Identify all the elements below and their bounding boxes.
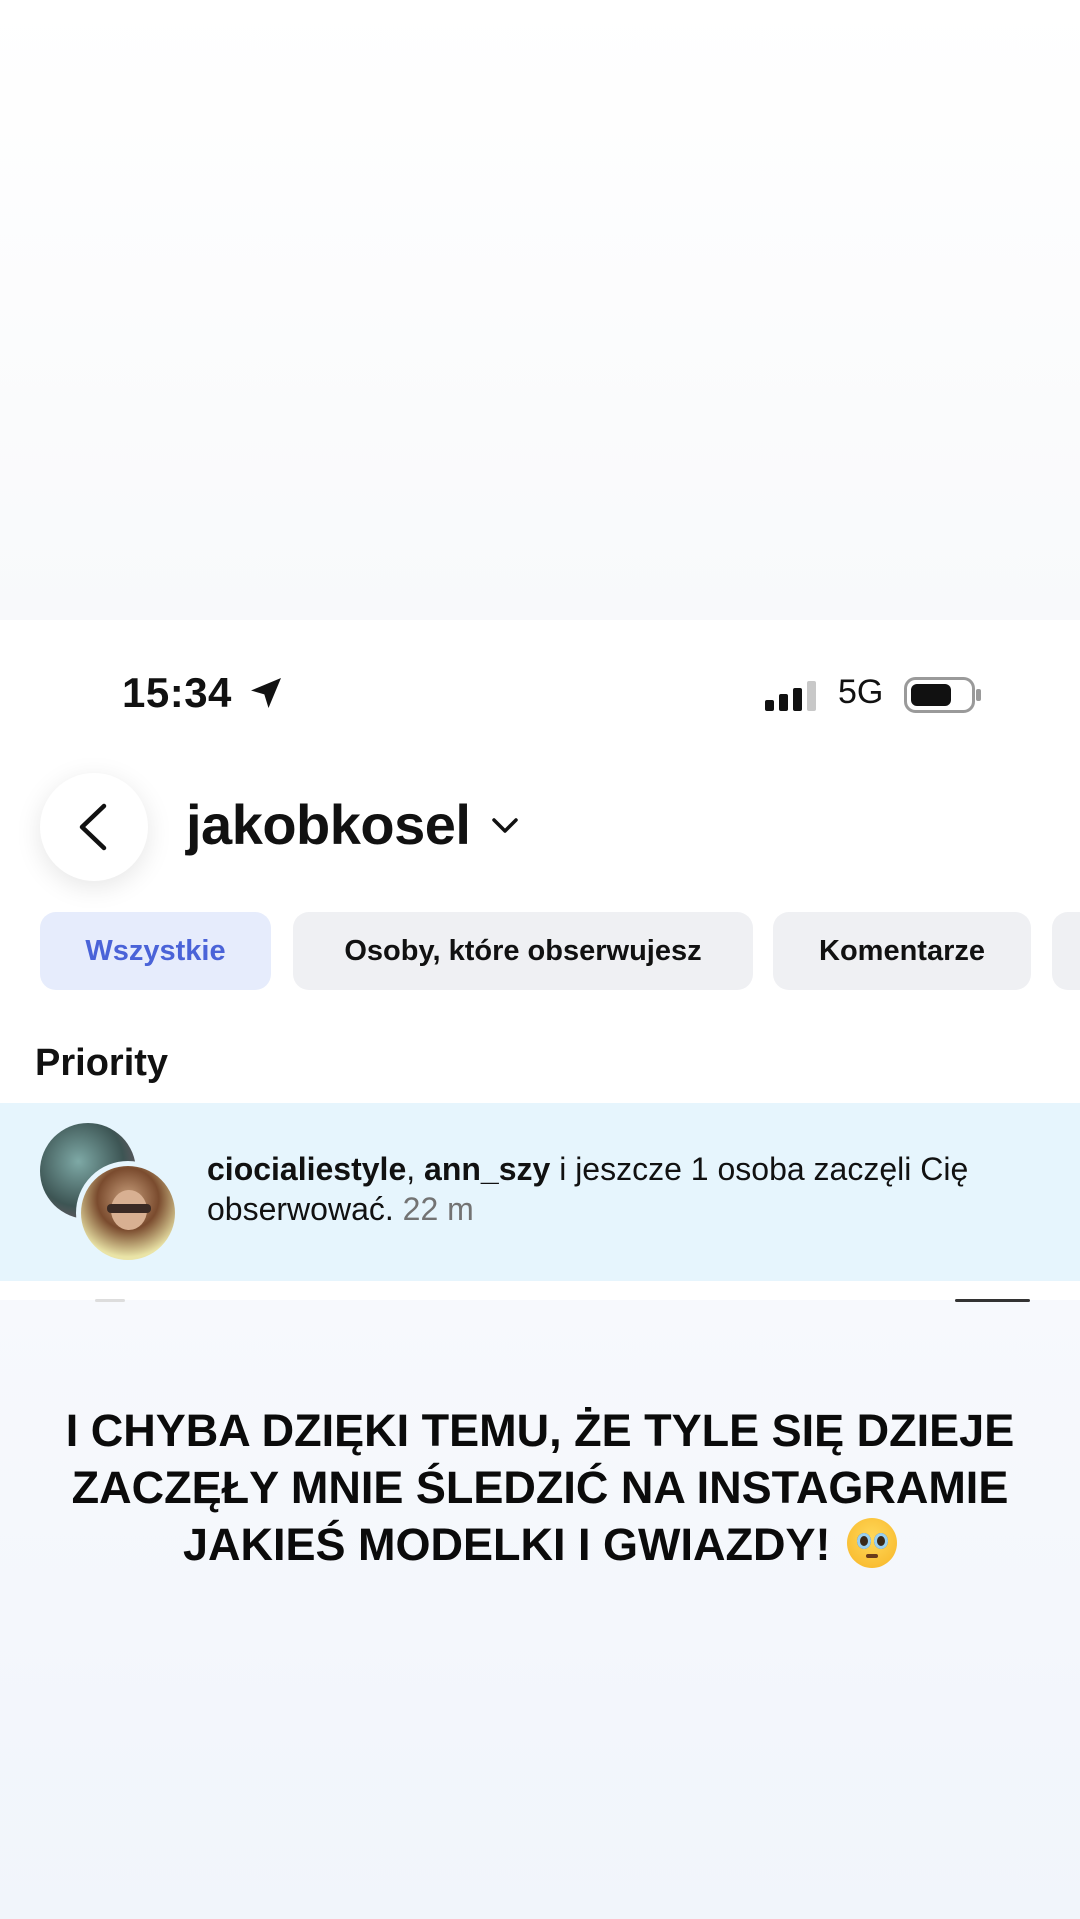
section-title: Priority <box>35 1042 169 1084</box>
notification-user-2[interactable]: ann_szy <box>424 1151 550 1187</box>
notification-separator: , <box>406 1151 425 1187</box>
chevron-down-icon[interactable] <box>490 815 520 837</box>
clock: 15:34 <box>122 669 232 716</box>
notification-row[interactable]: ciocialiestyle, ann_szy i jeszcze 1 osob… <box>0 1103 1080 1281</box>
next-row-peek <box>95 1299 125 1302</box>
tab-more[interactable] <box>1052 912 1080 990</box>
back-button[interactable] <box>40 773 148 881</box>
notification-text: ciocialiestyle, ann_szy i jeszcze 1 osob… <box>207 1149 1047 1229</box>
tab-all[interactable]: Wszystkie <box>40 912 271 990</box>
account-username[interactable]: jakobkosel <box>186 792 471 857</box>
tab-following[interactable]: Osoby, które obserwujesz <box>293 912 753 990</box>
battery-icon <box>904 677 981 713</box>
status-bar: 15:34 5G <box>0 655 1080 739</box>
story-bottom-background <box>0 1300 1080 1919</box>
story-caption: I CHYBA DZIĘKI TEMU, ŻE TYLE SIĘ DZIEJE … <box>60 1402 1020 1573</box>
chevron-left-icon <box>79 803 107 851</box>
notification-time: 22 m <box>402 1191 474 1227</box>
location-arrow-icon <box>251 678 281 708</box>
next-row-peek <box>955 1299 1030 1302</box>
notification-user-1[interactable]: ciocialiestyle <box>207 1151 406 1187</box>
story-top-background <box>0 0 1080 620</box>
network-type: 5G <box>838 673 884 711</box>
avatar[interactable] <box>76 1161 180 1265</box>
filter-tabs: Wszystkie Osoby, które obserwujesz Komen… <box>40 912 1080 992</box>
signal-icon <box>765 681 816 711</box>
tab-comments[interactable]: Komentarze <box>773 912 1031 990</box>
pleading-face-emoji <box>847 1518 898 1568</box>
